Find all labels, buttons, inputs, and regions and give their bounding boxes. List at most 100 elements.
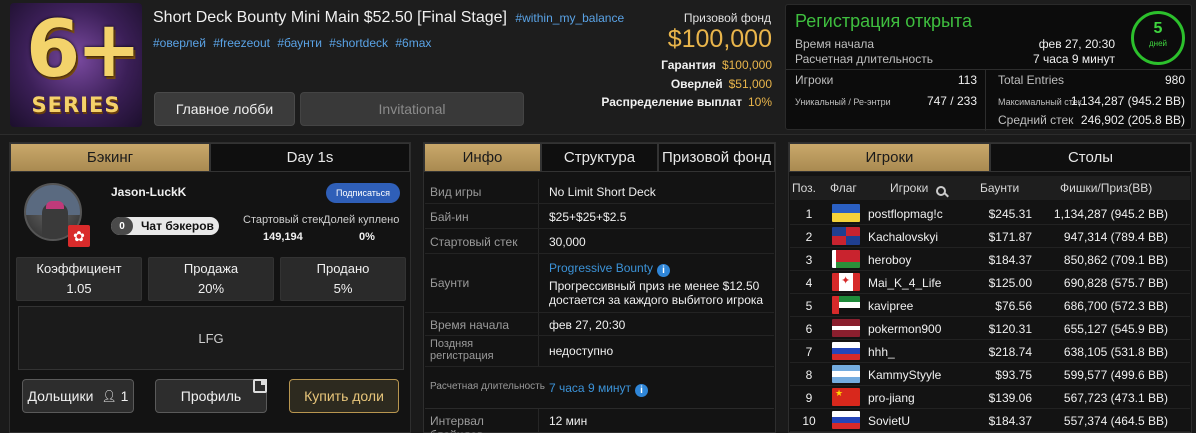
progressive-bounty-link[interactable]: Progressive Bounty i bbox=[549, 261, 671, 277]
prize-pool-value: $100,000 bbox=[667, 25, 772, 53]
tab-backing[interactable]: Бэкинг bbox=[10, 143, 210, 172]
table-row[interactable]: 2 Kachalovskyi $171.87 947,314 (789.4 BB) bbox=[790, 225, 1190, 248]
series-logo: 6+ SERIES bbox=[10, 3, 142, 127]
duration-value: 7 часа 9 минут bbox=[1032, 52, 1115, 66]
table-row[interactable]: 5 kavipree $76.56 686,700 (572.3 BB) bbox=[790, 294, 1190, 317]
reg-divider-vertical bbox=[985, 70, 986, 131]
table-row[interactable]: 9 ★ pro-jiang $139.06 567,723 (473.1 BB) bbox=[790, 386, 1190, 409]
blinds-label: Интервал блайндов bbox=[430, 414, 484, 433]
backing-panel: Бэкинг Day 1s ✿ Jason-LuckK Подписаться … bbox=[9, 142, 411, 433]
sold-label: Продано bbox=[316, 261, 370, 276]
backer-name[interactable]: Jason-LuckK bbox=[111, 185, 186, 199]
col-players[interactable]: Игроки bbox=[890, 181, 947, 196]
search-icon[interactable] bbox=[936, 186, 947, 196]
col-bounty[interactable]: Баунти bbox=[980, 181, 1019, 195]
tag-freezeout[interactable]: #freezeout bbox=[213, 36, 270, 50]
invitational-button[interactable]: Invitational bbox=[300, 92, 524, 126]
info-icon[interactable]: i bbox=[657, 264, 671, 277]
title-tag[interactable]: #within_my_balance bbox=[515, 11, 624, 25]
country-flag-icon bbox=[832, 250, 860, 268]
sale-box: Продажа 20% bbox=[148, 257, 274, 301]
tag-bounty[interactable]: #баунти bbox=[277, 36, 322, 50]
tab-players[interactable]: Игроки bbox=[789, 143, 990, 172]
table-row[interactable]: 6 pokermon900 $120.31 655,127 (545.9 BB) bbox=[790, 317, 1190, 340]
profile-label: Профиль bbox=[180, 388, 242, 404]
game-type-label: Вид игры bbox=[430, 185, 482, 199]
player-pos: 8 bbox=[805, 368, 813, 382]
player-pos: 1 bbox=[805, 207, 813, 221]
coefficient-value: 1.05 bbox=[66, 281, 92, 296]
guarantee-row: Гарантия $100,000 bbox=[661, 58, 772, 72]
player-bounty: $245.31 bbox=[988, 207, 1032, 221]
player-name[interactable]: Kachalovskyi bbox=[868, 230, 938, 244]
tag-6max[interactable]: #6max bbox=[395, 36, 431, 50]
player-pos: 7 bbox=[805, 345, 813, 359]
start-stack-value: 149,194 bbox=[263, 231, 303, 243]
main-lobby-button[interactable]: Главное лобби bbox=[154, 92, 295, 126]
table-row[interactable]: 7 hhh_ $218.74 638,105 (531.8 BB) bbox=[790, 340, 1190, 363]
player-pos: 2 bbox=[805, 230, 813, 244]
col-pos[interactable]: Поз. bbox=[792, 181, 816, 195]
player-chips: 557,374 (464.5 BB) bbox=[1063, 414, 1168, 428]
sale-label: Продажа bbox=[183, 261, 239, 276]
profile-button[interactable]: Профиль bbox=[155, 379, 267, 413]
players-tabs: Игроки Столы bbox=[789, 143, 1191, 172]
start-time-label: Время начала bbox=[795, 37, 875, 51]
player-name[interactable]: hhh_ bbox=[868, 345, 895, 359]
player-bounty: $93.75 bbox=[995, 368, 1032, 382]
country-flag-icon bbox=[832, 319, 860, 337]
buyin-value: $25+$25+$2.5 bbox=[549, 210, 627, 224]
stakeholders-button[interactable]: Дольщики 👤︎ 1 bbox=[22, 379, 134, 413]
blinds-row: Интервал блайндов 12 мин bbox=[425, 409, 774, 433]
col-chips[interactable]: Фишки/Приз(BB) bbox=[1060, 181, 1152, 195]
stakeholders-label: Дольщики bbox=[27, 388, 94, 404]
players-label: Игроки bbox=[795, 73, 834, 87]
player-name[interactable]: Mai_K_4_Life bbox=[868, 276, 941, 290]
backing-tabs: Бэкинг Day 1s bbox=[10, 143, 410, 172]
tab-info[interactable]: Инфо bbox=[424, 143, 541, 172]
buy-shares-button[interactable]: Купить доли bbox=[289, 379, 399, 413]
info-panel: Инфо Структура Призовой фонд Вид игры No… bbox=[423, 142, 776, 433]
shares-bought-label: Долей куплено bbox=[323, 214, 400, 226]
player-name[interactable]: kavipree bbox=[868, 299, 913, 313]
days-number: 5 bbox=[1153, 20, 1163, 37]
payout-row: Распределение выплат 10% bbox=[601, 95, 772, 109]
tab-structure[interactable]: Структура bbox=[541, 143, 658, 172]
blinds-value: 12 мин bbox=[549, 414, 588, 428]
tag-overlay[interactable]: #оверлей bbox=[153, 36, 206, 50]
table-row[interactable]: 4 ✦ Mai_K_4_Life $125.00 690,828 (575.7 BB) bbox=[790, 271, 1190, 294]
hong-kong-flag-icon: ✿ bbox=[68, 225, 90, 247]
player-pos: 4 bbox=[805, 276, 813, 290]
table-row[interactable]: 10 SovietU $184.37 557,374 (464.5 BB) bbox=[790, 409, 1190, 432]
player-bounty: $125.00 bbox=[988, 276, 1032, 290]
player-name[interactable]: pokermon900 bbox=[868, 322, 941, 336]
max-stack-label: Максимальный стек bbox=[998, 97, 1082, 107]
tab-day1s[interactable]: Day 1s bbox=[210, 143, 410, 172]
avg-stack-value: 246,902 (205.8 BB) bbox=[1080, 113, 1185, 127]
player-name[interactable]: SovietU bbox=[868, 414, 910, 428]
country-flag-icon bbox=[832, 204, 860, 222]
col-flag[interactable]: Флаг bbox=[830, 181, 857, 195]
info-icon[interactable]: i bbox=[635, 384, 649, 397]
tab-prize-pool[interactable]: Призовой фонд bbox=[658, 143, 775, 172]
payout-value: 10% bbox=[747, 95, 772, 109]
table-row[interactable]: 3 heroboy $184.37 850,862 (709.1 BB) bbox=[790, 248, 1190, 271]
country-flag-icon bbox=[832, 342, 860, 360]
table-row[interactable]: 1 postflopmag!c $245.31 1,134,287 (945.2 BB… bbox=[790, 202, 1190, 225]
player-name[interactable]: KammyStyyle bbox=[868, 368, 941, 382]
player-chips: 599,577 (499.6 BB) bbox=[1063, 368, 1168, 382]
bounty-label: Баунти bbox=[430, 276, 470, 290]
player-name[interactable]: pro-jiang bbox=[868, 391, 915, 405]
tab-tables[interactable]: Столы bbox=[990, 143, 1191, 172]
registration-status: Регистрация открыта bbox=[795, 11, 972, 31]
backers-chat-button[interactable]: 0 Чат бэкеров bbox=[111, 217, 219, 235]
buyin-label: Бай-ин bbox=[430, 210, 469, 224]
subscribe-button[interactable]: Подписаться bbox=[326, 183, 400, 203]
player-pos: 9 bbox=[805, 391, 813, 405]
players-row: Игроки 113 bbox=[795, 73, 977, 87]
player-name[interactable]: heroboy bbox=[868, 253, 911, 267]
table-row[interactable]: 8 KammyStyyle $93.75 599,577 (499.6 BB) bbox=[790, 363, 1190, 386]
country-flag-icon: ★ bbox=[832, 388, 860, 406]
player-name[interactable]: postflopmag!c bbox=[868, 207, 943, 221]
tag-shortdeck[interactable]: #shortdeck bbox=[329, 36, 388, 50]
